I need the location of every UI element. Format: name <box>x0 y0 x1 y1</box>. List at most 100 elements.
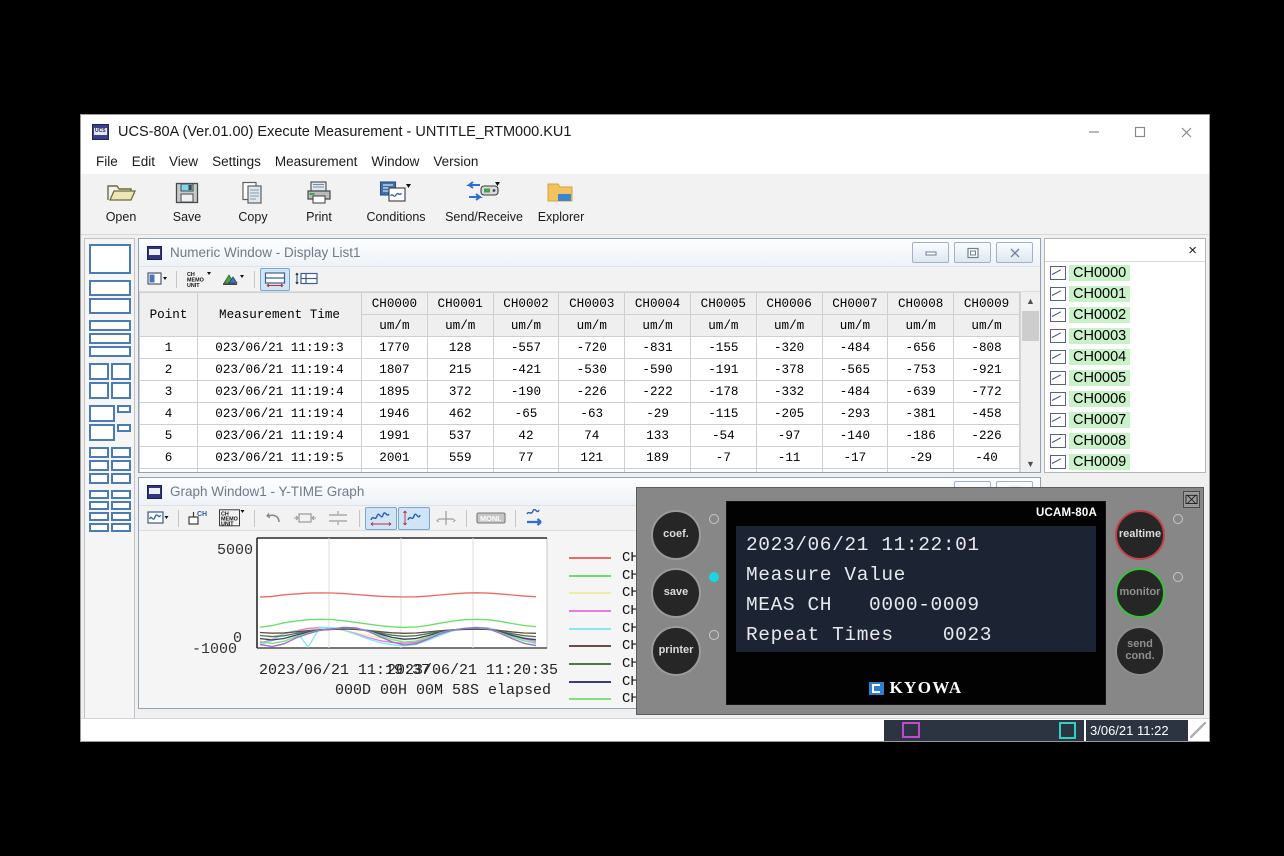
list-item[interactable]: CH0003 <box>1045 325 1205 346</box>
cell-point: 7 <box>139 468 198 472</box>
cell-value: -205 <box>755 402 823 425</box>
menu-version[interactable]: Version <box>426 151 485 172</box>
channel-graph-icon <box>1050 433 1066 448</box>
toolbar-explorer-label: Explorer <box>537 210 585 224</box>
fit-width-icon[interactable] <box>260 267 290 291</box>
auto-scale-y-icon[interactable] <box>398 506 430 530</box>
layout-four-by-two[interactable] <box>88 490 131 532</box>
expand-horizontal-icon[interactable] <box>289 507 321 530</box>
ucam-right-button-column: realtime monitor send cond. <box>1103 506 1201 680</box>
channel-graph-icon <box>1050 412 1066 427</box>
ucam-monitor-button[interactable]: monitor <box>1115 568 1165 618</box>
scroll-thumb[interactable] <box>1022 311 1039 341</box>
numeric-window: Numeric Window - Display List1 CH MEMO U… <box>138 238 1041 473</box>
layout-three-rows[interactable] <box>88 320 131 357</box>
menu-edit[interactable]: Edit <box>125 151 162 172</box>
ch-memo-unit-icon[interactable]: CH MEMO UNIT <box>182 268 216 291</box>
list-item[interactable]: CH0007 <box>1045 409 1205 430</box>
toolbar-print-button[interactable]: Print <box>286 174 352 232</box>
table-row[interactable]: 4 023/06/21 11:19:4 1946 462 -65 -63 -29… <box>139 402 1020 425</box>
numeric-table-scroll[interactable]: Point Measurement Time CH0000 CH0001 CH0… <box>139 292 1020 472</box>
close-button[interactable] <box>1163 115 1209 149</box>
ucam-save-button[interactable]: save <box>651 568 701 618</box>
channel-panel-close-icon[interactable]: × <box>1185 243 1200 258</box>
layout-single[interactable] <box>88 244 131 274</box>
cell-value: -831 <box>624 336 691 359</box>
cell-value: -178 <box>689 380 757 403</box>
color-palette-icon[interactable] <box>217 268 249 291</box>
svg-text:UNIT: UNIT <box>187 283 200 288</box>
scroll-forward-icon[interactable] <box>521 507 553 530</box>
toolbar-save-label: Save <box>172 210 202 224</box>
display-style-icon[interactable] <box>143 268 171 291</box>
ucam-coef-wrap: coef. <box>639 506 737 564</box>
layout-three-by-two[interactable] <box>88 447 131 484</box>
list-item[interactable]: CH0009 <box>1045 451 1205 472</box>
undo-icon[interactable] <box>260 507 288 530</box>
scroll-up-arrow[interactable]: ▲ <box>1022 292 1039 309</box>
toolbar-conditions-button[interactable]: Conditions <box>352 174 440 232</box>
graph-type-icon[interactable] <box>143 507 173 530</box>
numeric-vertical-scrollbar[interactable]: ▲ ▼ <box>1020 292 1040 472</box>
ucam-coef-button[interactable]: coef. <box>651 510 701 560</box>
cell-value: -458 <box>953 402 1020 425</box>
list-item[interactable]: CH0000 <box>1045 262 1205 283</box>
channel-list[interactable]: CH0000 CH0001 CH0002 CH0003 CH0004 CH000… <box>1045 261 1205 472</box>
col-ch0008: CH0008 <box>887 292 955 315</box>
layout-two-rows[interactable] <box>88 280 131 314</box>
cell-value: -155 <box>689 336 757 359</box>
layout-two-by-two[interactable] <box>88 363 131 399</box>
cell-value: -190 <box>492 380 560 403</box>
graph-canvas-column: 5000 0 -1000 2023/06/21 11:19:37 2023/06… <box>139 531 559 708</box>
channel-label: CH0003 <box>1069 327 1131 344</box>
toolbar-explorer-button[interactable]: Explorer <box>528 174 594 232</box>
resize-grip[interactable] <box>1190 722 1206 738</box>
table-row[interactable]: 3 023/06/21 11:19:4 1895 372 -190 -226 -… <box>139 380 1020 403</box>
list-item[interactable]: CH0001 <box>1045 283 1205 304</box>
ch-select-icon[interactable]: CH <box>184 507 214 530</box>
numeric-maximize-button[interactable] <box>954 242 991 263</box>
ch-memo-unit-icon[interactable]: CH MEMO UNIT <box>215 507 249 530</box>
open-folder-icon <box>106 178 136 208</box>
list-item[interactable]: CH0008 <box>1045 430 1205 451</box>
cell-value: 164 <box>624 468 691 472</box>
list-item[interactable]: CH0006 <box>1045 388 1205 409</box>
expand-vertical-icon[interactable] <box>322 507 354 530</box>
layout-main-plus-side[interactable] <box>88 405 131 441</box>
table-row[interactable]: 7 023/06/21 11:19:5 1992 547 60 100 164 … <box>139 468 1020 472</box>
toolbar-copy-button[interactable]: Copy <box>220 174 286 232</box>
list-item[interactable]: CH0002 <box>1045 304 1205 325</box>
scroll-track[interactable] <box>1022 309 1039 455</box>
menu-settings[interactable]: Settings <box>205 151 268 172</box>
table-row[interactable]: 5 023/06/21 11:19:4 1991 537 42 74 133 -… <box>139 424 1020 447</box>
list-item[interactable]: CH0005 <box>1045 367 1205 388</box>
table-row[interactable]: 6 023/06/21 11:19:5 2001 559 77 121 189 … <box>139 446 1020 469</box>
cell-value-selected[interactable]: 1770 <box>361 336 428 359</box>
menu-measurement[interactable]: Measurement <box>268 151 365 172</box>
scroll-down-arrow[interactable]: ▼ <box>1022 455 1039 472</box>
ucam-send-cond-button[interactable]: send cond. <box>1115 626 1165 676</box>
menu-file[interactable]: File <box>89 151 125 172</box>
menu-view[interactable]: View <box>162 151 205 172</box>
toolbar-send-receive-button[interactable]: Send/Receive <box>440 174 528 232</box>
table-row[interactable]: 2 023/06/21 11:19:4 1807 215 -421 -530 -… <box>139 358 1020 381</box>
cell-value: 1895 <box>361 380 428 403</box>
menu-window[interactable]: Window <box>364 151 426 172</box>
minimize-button[interactable] <box>1071 115 1117 149</box>
toolbar-open-button[interactable]: Open <box>88 174 154 232</box>
numeric-minimize-button[interactable] <box>912 242 949 263</box>
maximize-button[interactable] <box>1117 115 1163 149</box>
cell-value: 11 <box>689 468 757 472</box>
toolbar-save-button[interactable]: Save <box>154 174 220 232</box>
numeric-close-button[interactable] <box>996 242 1033 263</box>
fit-height-icon[interactable] <box>291 268 323 291</box>
ucam-printer-button[interactable]: printer <box>651 626 701 676</box>
table-row[interactable]: 1 023/06/21 11:19:3 1770 128 -557 -720 -… <box>139 336 1020 359</box>
cursor-icon[interactable] <box>431 507 461 530</box>
cell-point: 4 <box>139 402 198 425</box>
monitor-icon[interactable]: MONI. <box>472 507 510 530</box>
auto-scale-x-icon[interactable] <box>365 506 397 530</box>
toolbar-open-label: Open <box>105 210 137 224</box>
list-item[interactable]: CH0004 <box>1045 346 1205 367</box>
ucam-realtime-button[interactable]: realtime <box>1115 510 1165 560</box>
